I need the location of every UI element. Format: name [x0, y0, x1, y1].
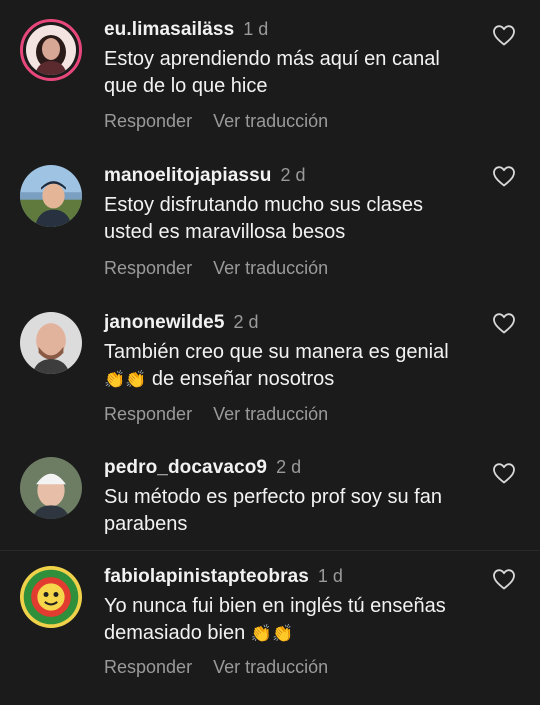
comment-text-line: Estoy aprendiendo más aquí en canal: [104, 48, 440, 70]
comment-timestamp: 2 d: [276, 457, 302, 477]
comment-text-line: 👏👏 de enseñar nosotros: [104, 368, 335, 390]
heart-outline-icon: [493, 313, 515, 334]
like-button[interactable]: [492, 462, 516, 484]
comment-username[interactable]: fabiolapinistapteobras: [104, 566, 309, 588]
comment-text-line: que de lo que hice: [104, 75, 268, 97]
avatar[interactable]: [20, 165, 82, 227]
comment-username[interactable]: pedro_docavaco9: [104, 457, 267, 479]
clapping-hands-emoji: 👏👏: [104, 370, 147, 389]
see-translation-link[interactable]: Ver traducción: [213, 404, 328, 425]
reply-button[interactable]: Responder: [104, 111, 192, 132]
comment-timestamp: 2 d: [280, 165, 306, 185]
comment-username[interactable]: manoelitojapiassu: [104, 165, 271, 187]
comment-text: Yo nunca fui bien en inglés tú enseñas d…: [104, 593, 484, 647]
comment-text-line: Estoy disfrutando mucho sus clases: [104, 194, 424, 216]
avatar[interactable]: [20, 566, 82, 628]
comment-text-line: parabens: [104, 513, 188, 535]
comment-text: Estoy disfrutando mucho sus clases usted…: [104, 192, 484, 246]
comment-username[interactable]: eu.limasailäss: [104, 19, 234, 41]
clapping-hands-emoji: 👏👏: [250, 624, 294, 643]
comment-text-line: demasiado bien 👏👏: [104, 622, 294, 644]
reply-button[interactable]: Responder: [104, 258, 192, 279]
comment-text: También creo que su manera es genial 👏👏 …: [104, 339, 484, 393]
comment-text: Su método es perfecto prof soy su fan pa…: [104, 484, 484, 538]
comment-text-line: Yo nunca fui bien en inglés tú enseñas: [104, 595, 446, 617]
avatar[interactable]: [20, 457, 82, 519]
heart-outline-icon: [493, 166, 515, 187]
like-button[interactable]: [492, 165, 516, 187]
see-translation-link[interactable]: Ver traducción: [213, 111, 328, 132]
comment-text: Estoy aprendiendo más aquí en canal que …: [104, 46, 484, 100]
like-button[interactable]: [492, 568, 516, 590]
comment-timestamp: 1 d: [243, 19, 269, 39]
comment-timestamp: 2 d: [233, 312, 259, 332]
see-translation-link[interactable]: Ver traducción: [213, 258, 328, 279]
comment-timestamp: 1 d: [317, 566, 343, 586]
comment-text-line: También creo que su manera es genial: [104, 341, 449, 363]
see-translation-link[interactable]: Ver traducción: [213, 657, 328, 678]
avatar[interactable]: [20, 312, 82, 374]
heart-outline-icon: [493, 463, 515, 484]
heart-outline-icon: [493, 25, 515, 46]
like-button[interactable]: [492, 312, 516, 334]
like-button[interactable]: [492, 24, 516, 46]
heart-outline-icon: [493, 569, 515, 590]
comment-text-line: usted es maravillosa besos: [104, 221, 346, 243]
avatar[interactable]: [20, 19, 82, 81]
comment-text-line: Su método es perfecto prof soy su fan: [104, 486, 442, 508]
reply-button[interactable]: Responder: [104, 657, 192, 678]
section-divider: [0, 550, 540, 551]
comment-username[interactable]: janonewilde5: [104, 312, 225, 334]
reply-button[interactable]: Responder: [104, 404, 192, 425]
